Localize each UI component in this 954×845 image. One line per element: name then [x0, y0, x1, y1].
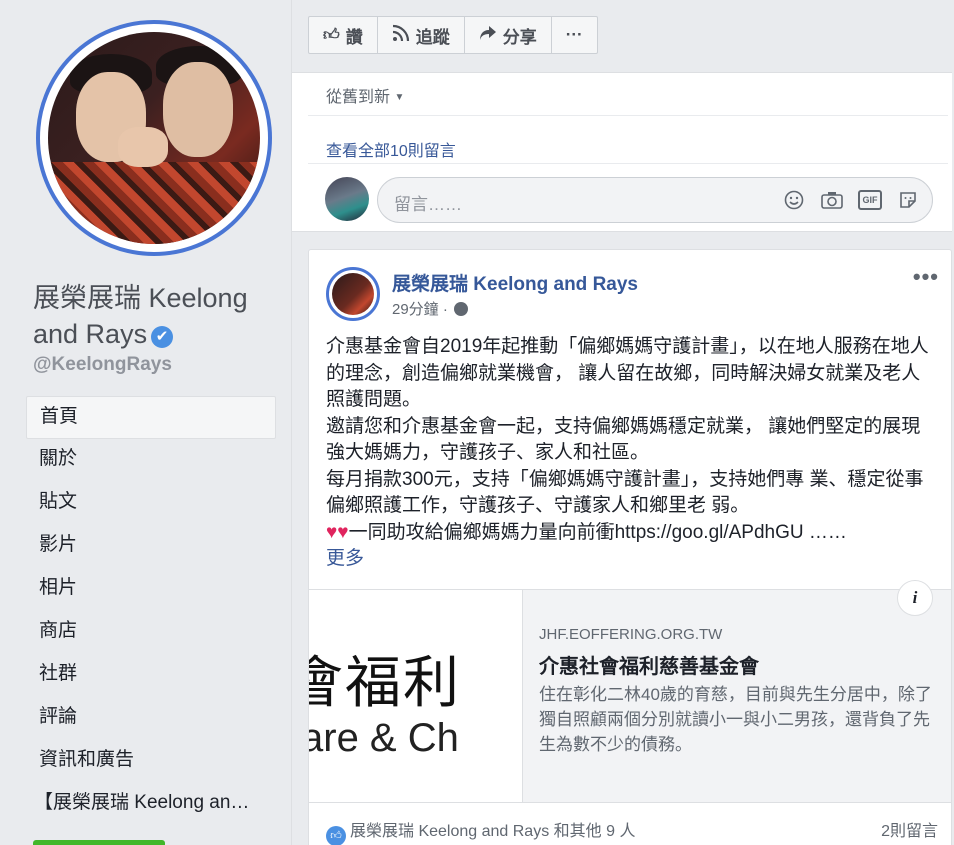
follow-label: 追蹤: [415, 27, 450, 47]
link-domain: JHF.EOFFERING.ORG.TW: [539, 626, 723, 643]
preview-image-text-large: 會福利: [309, 651, 461, 716]
link-description: 住在彰化二林40歲的育慈，目前與先生分居中，除了獨自照顧兩個分別就讀小一與小二男…: [539, 685, 932, 754]
comment-sort-dropdown[interactable]: 從舊到新 ▼: [326, 83, 404, 107]
link-title: 介惠社會福利慈善基金會: [539, 656, 759, 678]
gif-icon[interactable]: GIF: [858, 188, 882, 212]
share-arrow-icon: [479, 25, 497, 46]
comment-tools: GIF: [782, 188, 920, 212]
heart-emoji-icon: ♥♥: [326, 521, 349, 543]
sidebar-item-reviews[interactable]: 評論: [26, 697, 276, 740]
reactions-summary[interactable]: 展榮展瑞 Keelong and Rays 和其他 9 人: [350, 823, 635, 840]
post-author-avatar[interactable]: [326, 267, 380, 321]
sidebar-item-info-ads[interactable]: 資訊和廣告: [26, 740, 276, 783]
share-button[interactable]: 分享: [465, 17, 552, 53]
sticker-icon[interactable]: [896, 188, 920, 212]
like-reaction-icon: 👍︎: [326, 826, 346, 845]
emoji-icon[interactable]: [782, 188, 806, 212]
sidebar-nav: 首頁 關於 貼文 影片 相片 商店 社群 評論 資訊和廣告 【展榮展瑞 Keel…: [26, 396, 276, 826]
divider: [308, 163, 948, 164]
post-card: 展榮展瑞 Keelong and Rays 29分鐘 · ••• 介惠基金會自2…: [308, 249, 952, 845]
more-options-button[interactable]: ···: [552, 17, 597, 53]
page-handle[interactable]: @KeelongRays: [33, 354, 172, 376]
comment-count-link[interactable]: 2則留言: [881, 817, 938, 841]
caret-down-icon: ▼: [394, 92, 405, 103]
reactions-bar: 👍︎ 展榮展瑞 Keelong and Rays 和其他 9 人 2則留言: [326, 817, 938, 845]
thumbs-up-icon: 👍︎: [323, 26, 340, 44]
page-title: 展榮展瑞 Keelong and Rays ✔: [33, 280, 283, 352]
comment-input[interactable]: 留言…… GIF: [377, 177, 933, 223]
page-action-bar: 👍︎ 讚 追蹤 分享 ···: [308, 16, 598, 54]
like-button[interactable]: 👍︎ 讚: [309, 17, 378, 53]
sidebar-item-home[interactable]: 首頁: [26, 396, 276, 439]
post-author-name[interactable]: 展榮展瑞 Keelong and Rays: [392, 269, 638, 296]
link-preview-card[interactable]: 會福利 are & Ch JHF.EOFFERING.ORG.TW 介惠社會福利…: [309, 589, 951, 803]
see-more-link[interactable]: 更多: [326, 548, 364, 569]
comments-section: 從舊到新 ▼ 查看全部10則留言 留言…… GIF: [292, 72, 952, 232]
create-button[interactable]: [33, 840, 165, 845]
camera-icon[interactable]: [820, 188, 844, 212]
post-text-main: 介惠基金會自2019年起推動「偏鄉媽媽守護計畫」，以在地人服務在地人的理念，創造…: [326, 336, 929, 516]
share-label: 分享: [502, 27, 537, 47]
rss-feed-icon: [392, 24, 410, 47]
sidebar-item-videos[interactable]: 影片: [26, 525, 276, 568]
profile-picture[interactable]: [36, 20, 272, 256]
info-icon[interactable]: i: [897, 580, 933, 616]
facebook-page: 展榮展瑞 Keelong and Rays ✔ @KeelongRays 首頁 關…: [0, 0, 954, 845]
sort-label: 從舊到新: [326, 89, 391, 106]
post-timestamp[interactable]: 29分鐘 ·: [392, 298, 469, 319]
globe-icon: [454, 302, 469, 316]
divider: [308, 115, 948, 116]
link-preview-image: 會福利 are & Ch: [309, 590, 523, 802]
preview-image-text-small: are & Ch: [309, 716, 459, 760]
sidebar-item-about[interactable]: 關於: [26, 439, 276, 482]
post-options-button[interactable]: •••: [913, 264, 939, 290]
verified-badge-icon: ✔: [151, 326, 174, 348]
post-body: 介惠基金會自2019年起推動「偏鄉媽媽守護計畫」，以在地人服務在地人的理念，創造…: [326, 334, 938, 573]
more-dots-icon: ···: [565, 25, 583, 44]
comment-placeholder: 留言……: [394, 195, 462, 214]
view-all-comments-link[interactable]: 查看全部10則留言: [326, 137, 456, 161]
page-name-text: 展榮展瑞 Keelong and Rays: [33, 283, 248, 349]
left-sidebar: 展榮展瑞 Keelong and Rays ✔ @KeelongRays 首頁 關…: [0, 0, 292, 845]
post-time-text: 29分鐘 ·: [392, 301, 448, 318]
current-user-avatar[interactable]: [325, 177, 369, 221]
like-label: 讚: [345, 27, 363, 47]
sidebar-item-photos[interactable]: 相片: [26, 568, 276, 611]
sidebar-item-community[interactable]: 社群: [26, 654, 276, 697]
sidebar-item-posts[interactable]: 貼文: [26, 482, 276, 525]
main-column: 👍︎ 讚 追蹤 分享 ··· 從舊到新 ▼ 查看全部10則留言 留言…… GIF…: [292, 0, 954, 845]
follow-button[interactable]: 追蹤: [378, 17, 465, 53]
sidebar-item-page-link[interactable]: 【展榮展瑞 Keelong an…: [26, 783, 276, 826]
profile-photo-image: [48, 32, 260, 244]
sidebar-item-shop[interactable]: 商店: [26, 611, 276, 654]
post-text-link-line: 一同助攻給偏鄉媽媽力量向前衝https://goo.gl/APdhGU ……: [348, 521, 847, 543]
